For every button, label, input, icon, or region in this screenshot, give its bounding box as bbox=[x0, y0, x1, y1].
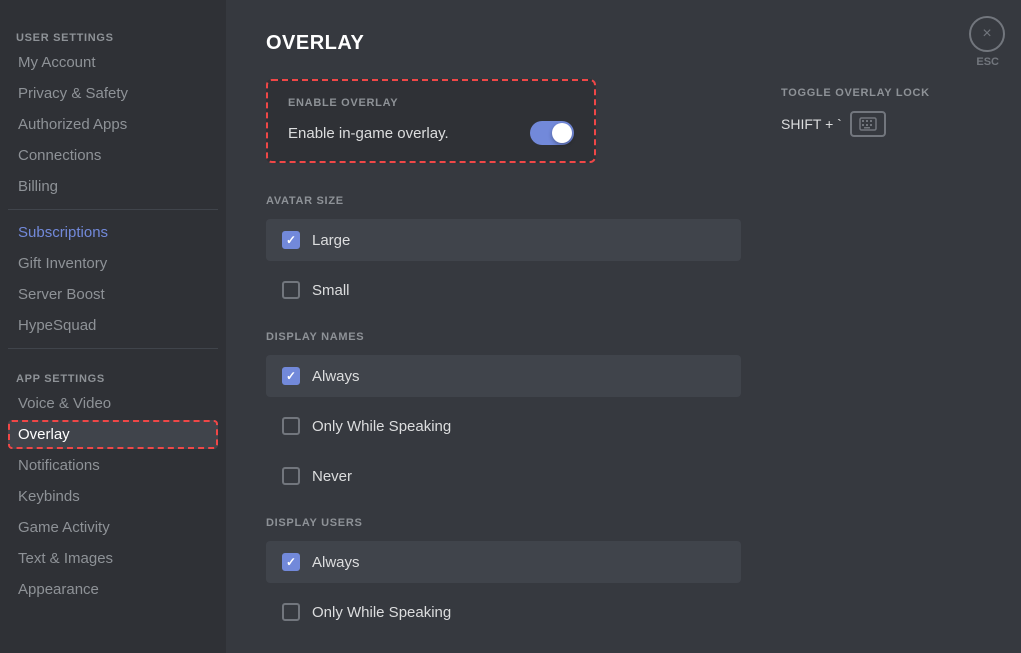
sidebar-item-my-account[interactable]: My Account bbox=[8, 48, 218, 77]
sidebar-item-keybinds[interactable]: Keybinds bbox=[8, 482, 218, 511]
sidebar-divider-2 bbox=[8, 348, 218, 349]
display-names-always-checkbox[interactable] bbox=[282, 367, 300, 385]
sidebar-item-label: Authorized Apps bbox=[18, 116, 127, 133]
sidebar-item-label: Billing bbox=[18, 178, 58, 195]
sidebar-item-label: My Account bbox=[18, 54, 96, 71]
display-names-never-label: Never bbox=[312, 468, 352, 485]
sidebar-item-appearance[interactable]: Appearance bbox=[8, 575, 218, 604]
sidebar: User Settings My Account Privacy & Safet… bbox=[0, 0, 226, 653]
display-names-header: Display Names bbox=[266, 331, 741, 343]
key-combo-text: SHIFT + ` bbox=[781, 116, 842, 132]
avatar-size-small-option[interactable]: Small bbox=[266, 269, 741, 311]
sidebar-divider-1 bbox=[8, 209, 218, 210]
enable-overlay-text: Enable in-game overlay. bbox=[288, 125, 449, 142]
sidebar-item-authorized-apps[interactable]: Authorized Apps bbox=[8, 110, 218, 139]
sidebar-item-label: Notifications bbox=[18, 457, 100, 474]
enable-overlay-box: Enable Overlay Enable in-game overlay. bbox=[266, 79, 596, 163]
sidebar-item-label: Appearance bbox=[18, 581, 99, 598]
sidebar-item-voice-video[interactable]: Voice & Video bbox=[8, 389, 218, 418]
display-users-header: Display Users bbox=[266, 517, 741, 529]
sidebar-item-label: Voice & Video bbox=[18, 395, 111, 412]
sidebar-item-label: Subscriptions bbox=[18, 224, 108, 241]
close-icon: × bbox=[982, 25, 991, 43]
sidebar-item-subscriptions[interactable]: Subscriptions bbox=[8, 218, 218, 247]
avatar-size-header: Avatar Size bbox=[266, 195, 741, 207]
display-names-never-checkbox[interactable] bbox=[282, 467, 300, 485]
avatar-size-small-label: Small bbox=[312, 282, 350, 299]
display-users-always-option[interactable]: Always bbox=[266, 541, 741, 583]
display-names-always-label: Always bbox=[312, 368, 360, 385]
sidebar-item-label: Server Boost bbox=[18, 286, 105, 303]
sidebar-item-hypesquad[interactable]: HypeSquad bbox=[8, 311, 218, 340]
app-settings-section-label: App Settings bbox=[8, 357, 218, 389]
sidebar-item-label: Gift Inventory bbox=[18, 255, 107, 272]
sidebar-item-game-activity[interactable]: Game Activity bbox=[8, 513, 218, 542]
sidebar-item-notifications[interactable]: Notifications bbox=[8, 451, 218, 480]
sidebar-item-overlay[interactable]: Overlay bbox=[8, 420, 218, 449]
display-names-speaking-checkbox[interactable] bbox=[282, 417, 300, 435]
toggle-knob bbox=[552, 123, 572, 143]
avatar-size-large-option[interactable]: Large bbox=[266, 219, 741, 261]
display-users-speaking-checkbox[interactable] bbox=[282, 603, 300, 621]
sidebar-item-label: Keybinds bbox=[18, 488, 80, 505]
enable-overlay-toggle[interactable] bbox=[530, 121, 574, 145]
sidebar-item-text-images[interactable]: Text & Images bbox=[8, 544, 218, 573]
page-title: Overlay bbox=[266, 32, 981, 55]
enable-overlay-row: Enable in-game overlay. bbox=[288, 121, 574, 145]
user-settings-section-label: User Settings bbox=[8, 16, 218, 48]
display-users-speaking-option[interactable]: Only While Speaking bbox=[266, 591, 741, 633]
toggle-overlay-lock-section: Toggle Overlay Lock SHIFT + ` bbox=[781, 79, 981, 137]
toggle-overlay-lock-label: Toggle Overlay Lock bbox=[781, 87, 981, 99]
avatar-size-small-checkbox[interactable] bbox=[282, 281, 300, 299]
display-users-always-checkbox[interactable] bbox=[282, 553, 300, 571]
key-combo: SHIFT + ` bbox=[781, 111, 981, 137]
main-content: × ESC Overlay Enable Overlay Enable in-g… bbox=[226, 0, 1021, 653]
sidebar-item-label: HypeSquad bbox=[18, 317, 96, 334]
display-users-speaking-label: Only While Speaking bbox=[312, 604, 451, 621]
keyboard-icon[interactable] bbox=[850, 111, 886, 137]
enable-overlay-label: Enable Overlay bbox=[288, 97, 574, 109]
close-button[interactable]: × bbox=[969, 16, 1005, 52]
avatar-size-large-label: Large bbox=[312, 232, 350, 249]
display-names-always-option[interactable]: Always bbox=[266, 355, 741, 397]
display-users-always-label: Always bbox=[312, 554, 360, 571]
sidebar-item-label: Privacy & Safety bbox=[18, 85, 128, 102]
sidebar-item-billing[interactable]: Billing bbox=[8, 172, 218, 201]
display-names-never-option[interactable]: Never bbox=[266, 455, 741, 497]
display-names-speaking-option[interactable]: Only While Speaking bbox=[266, 405, 741, 447]
sidebar-item-label: Game Activity bbox=[18, 519, 110, 536]
sidebar-item-gift-inventory[interactable]: Gift Inventory bbox=[8, 249, 218, 278]
sidebar-item-label: Text & Images bbox=[18, 550, 113, 567]
sidebar-item-server-boost[interactable]: Server Boost bbox=[8, 280, 218, 309]
sidebar-item-privacy-safety[interactable]: Privacy & Safety bbox=[8, 79, 218, 108]
display-names-speaking-label: Only While Speaking bbox=[312, 418, 451, 435]
sidebar-item-label: Overlay bbox=[18, 426, 70, 443]
avatar-size-large-checkbox[interactable] bbox=[282, 231, 300, 249]
sidebar-item-connections[interactable]: Connections bbox=[8, 141, 218, 170]
sidebar-item-label: Connections bbox=[18, 147, 101, 164]
esc-label: ESC bbox=[976, 56, 999, 68]
